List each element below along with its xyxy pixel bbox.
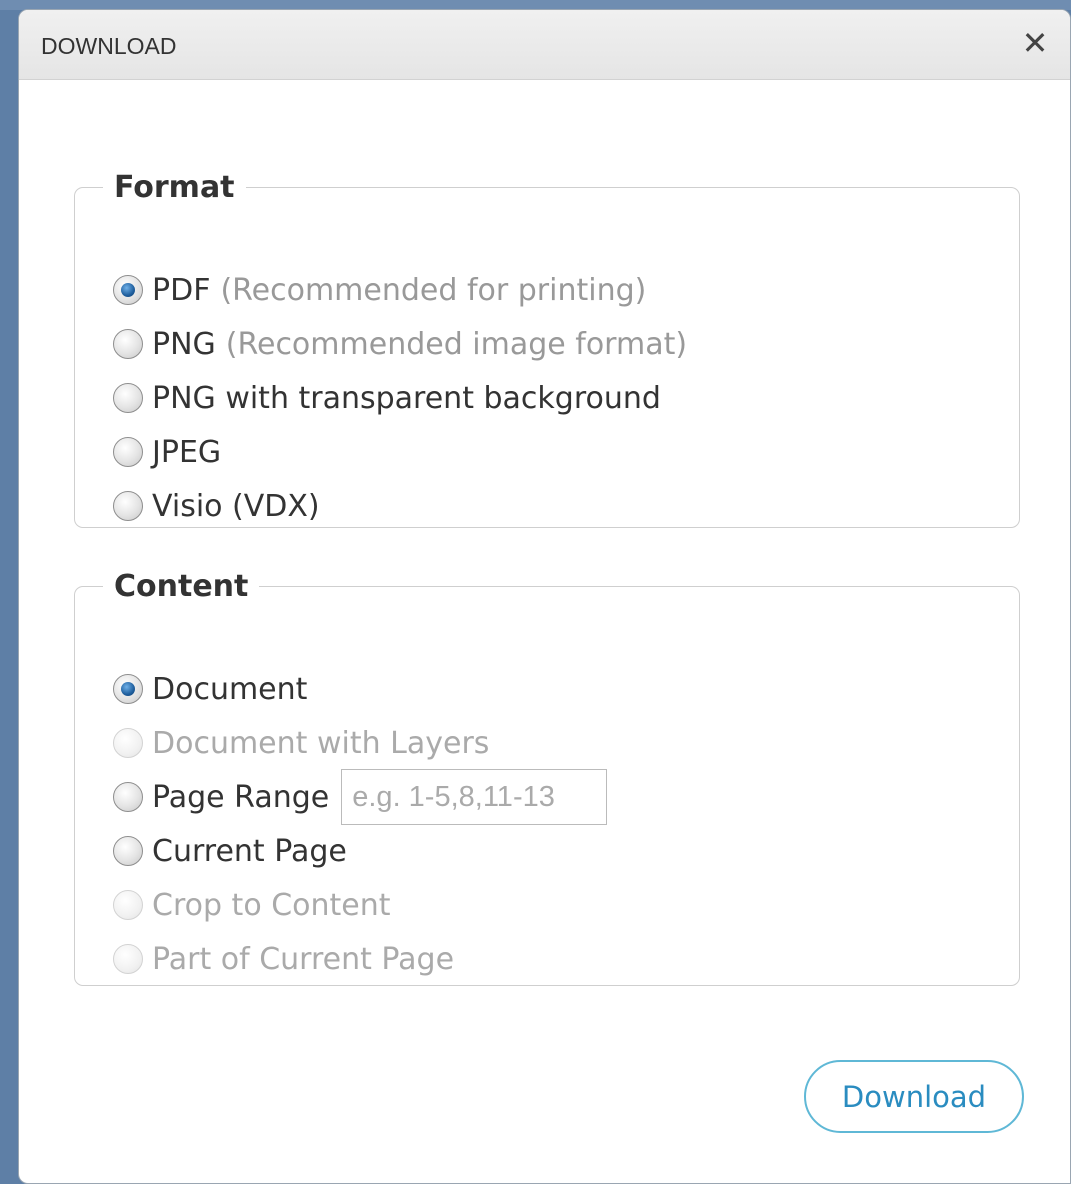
content-option-crop: Crop to Content bbox=[113, 878, 607, 932]
close-icon[interactable]: ✕ bbox=[1018, 26, 1052, 60]
format-option-hint: (Recommended for printing) bbox=[220, 272, 647, 308]
content-option-page-range[interactable]: Page Range bbox=[113, 769, 608, 825]
format-option-jpeg[interactable]: JPEG bbox=[113, 425, 687, 479]
format-option-png[interactable]: PNG (Recommended image format) bbox=[113, 317, 687, 371]
content-option-label: Current Page bbox=[152, 833, 347, 869]
page-range-input[interactable] bbox=[341, 769, 608, 825]
download-dialog: DOWNLOAD ✕ Format PDF (Recommended for p… bbox=[18, 9, 1071, 1184]
radio-unchecked-icon[interactable] bbox=[113, 437, 143, 467]
radio-unchecked-icon[interactable] bbox=[113, 782, 143, 812]
content-options: Document Document with Layers Page Range… bbox=[113, 662, 608, 986]
format-options: PDF (Recommended for printing) PNG (Reco… bbox=[113, 263, 687, 533]
radio-disabled-icon bbox=[113, 890, 143, 920]
format-option-pdf[interactable]: PDF (Recommended for printing) bbox=[113, 263, 687, 317]
content-legend: Content bbox=[114, 569, 249, 604]
format-option-hint: (Recommended image format) bbox=[225, 326, 688, 362]
format-option-visio[interactable]: Visio (VDX) bbox=[113, 479, 687, 533]
content-option-label: Crop to Content bbox=[152, 887, 391, 923]
dialog-titlebar: DOWNLOAD ✕ bbox=[19, 10, 1070, 80]
radio-unchecked-icon[interactable] bbox=[113, 836, 143, 866]
format-option-label: Visio (VDX) bbox=[152, 488, 320, 524]
content-fieldset: Content Document Document with Layers Pa… bbox=[74, 569, 1020, 986]
dialog-title: DOWNLOAD bbox=[41, 33, 177, 59]
radio-unchecked-icon[interactable] bbox=[113, 329, 143, 359]
content-option-label: Document bbox=[152, 671, 308, 707]
format-option-label: PNG bbox=[152, 326, 216, 362]
radio-disabled-icon bbox=[113, 944, 143, 974]
format-fieldset: Format PDF (Recommended for printing) PN… bbox=[74, 170, 1020, 528]
format-legend: Format bbox=[114, 170, 235, 205]
download-button[interactable]: Download bbox=[804, 1060, 1024, 1133]
content-option-label: Document with Layers bbox=[152, 725, 490, 761]
content-option-current-page[interactable]: Current Page bbox=[113, 824, 607, 878]
content-option-document[interactable]: Document bbox=[113, 662, 607, 716]
radio-checked-icon[interactable] bbox=[113, 275, 143, 305]
radio-disabled-icon bbox=[113, 728, 143, 758]
format-option-png-transparent[interactable]: PNG with transparent background bbox=[113, 371, 687, 425]
radio-unchecked-icon[interactable] bbox=[113, 491, 143, 521]
content-option-document-layers: Document with Layers bbox=[113, 716, 607, 770]
content-option-label: Page Range bbox=[152, 779, 330, 815]
radio-unchecked-icon[interactable] bbox=[113, 383, 143, 413]
radio-checked-icon[interactable] bbox=[113, 674, 143, 704]
format-option-label: JPEG bbox=[152, 434, 222, 470]
format-option-label: PDF bbox=[152, 272, 211, 308]
format-option-label: PNG with transparent background bbox=[152, 380, 661, 416]
content-option-part-of-page: Part of Current Page bbox=[113, 932, 607, 986]
content-option-label: Part of Current Page bbox=[152, 941, 455, 977]
